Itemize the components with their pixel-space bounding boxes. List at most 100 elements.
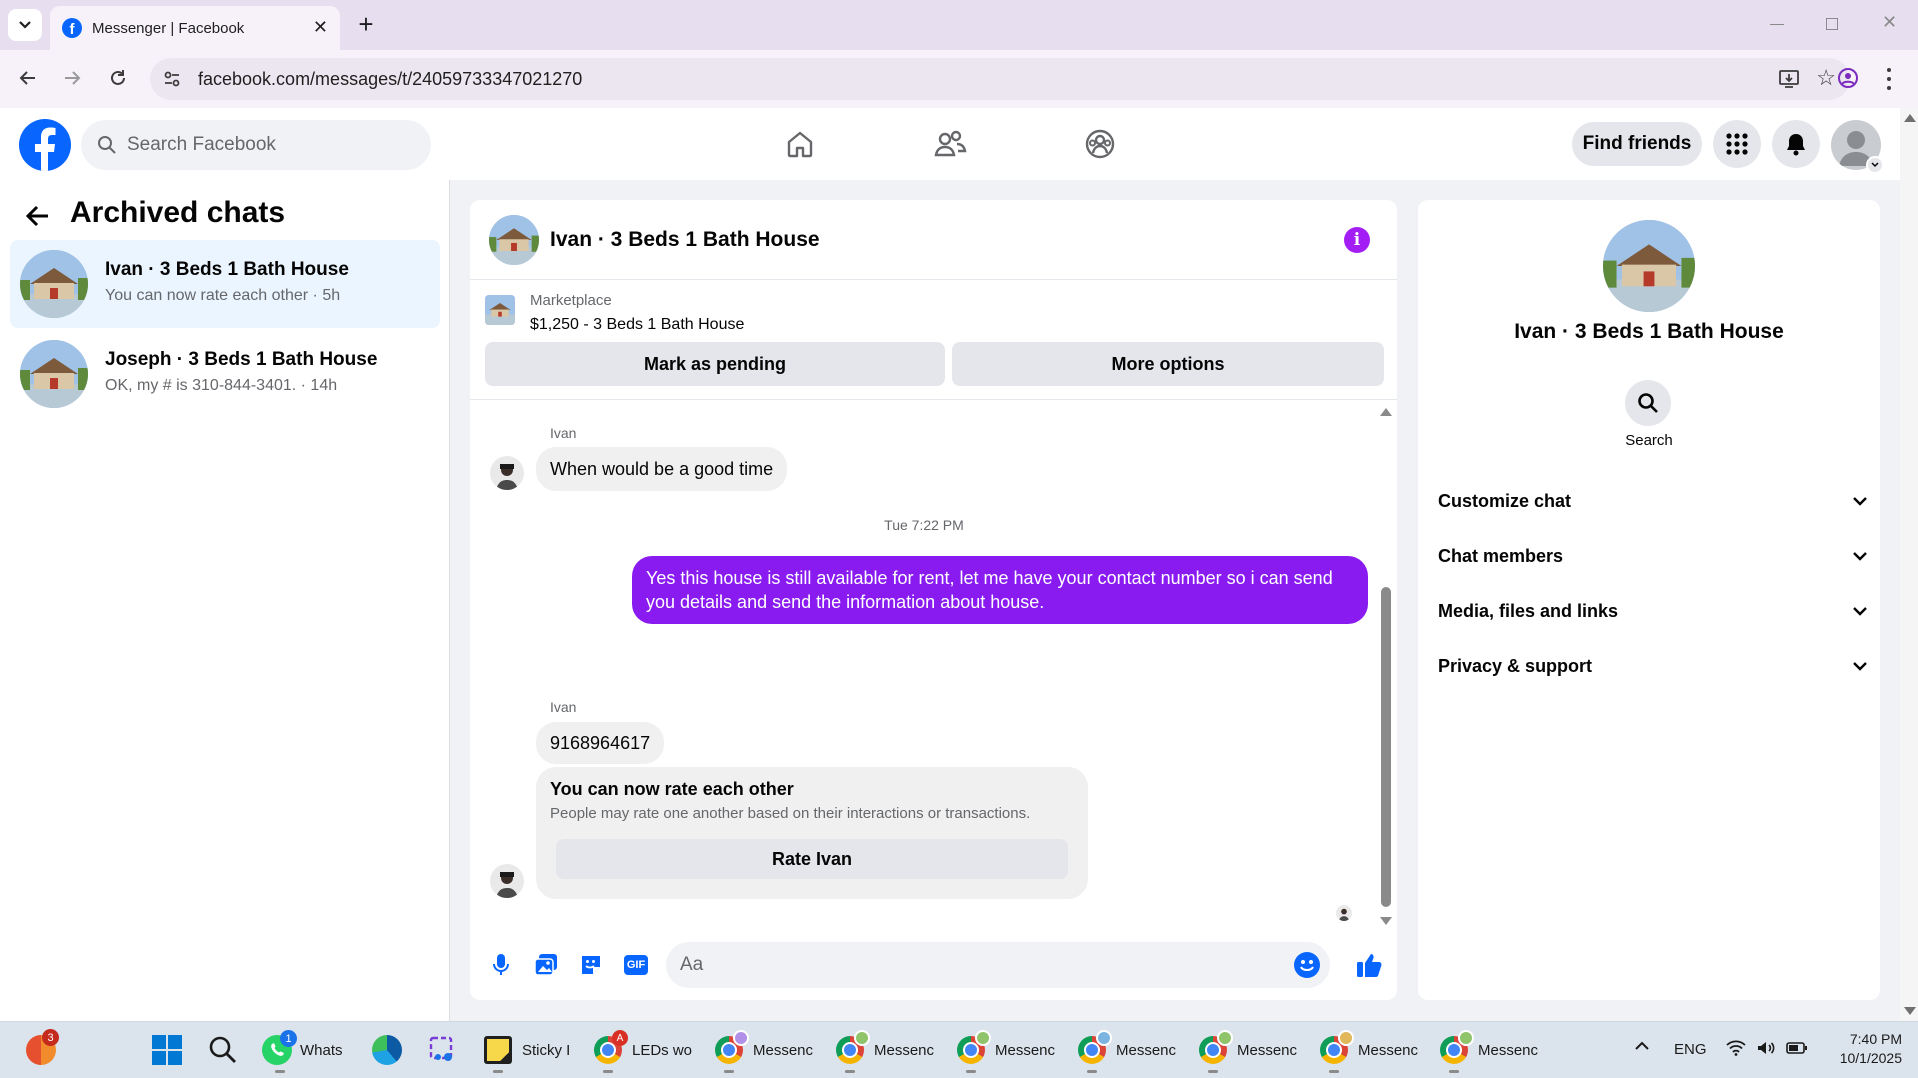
nav-groups[interactable] bbox=[1060, 122, 1140, 166]
search-facebook-box[interactable]: Search Facebook bbox=[81, 120, 431, 170]
network-status[interactable] bbox=[1726, 1040, 1808, 1056]
chat-avatar bbox=[20, 250, 88, 318]
taskbar-chrome-window[interactable]: Messenc bbox=[1440, 1030, 1538, 1068]
conversation-avatar[interactable] bbox=[489, 215, 539, 265]
taskbar-edge[interactable] bbox=[372, 1032, 402, 1068]
tab-search-button[interactable] bbox=[8, 9, 42, 41]
sender-avatar[interactable] bbox=[490, 864, 524, 898]
home-icon bbox=[787, 131, 813, 158]
profile-badge-icon bbox=[854, 1030, 870, 1046]
more-options-button[interactable]: More options bbox=[952, 342, 1384, 386]
emoji-icon[interactable] bbox=[1294, 952, 1320, 978]
browser-tab-bar: f Messenger | Facebook ✕ + ✕ bbox=[0, 0, 1918, 50]
sticker-button[interactable] bbox=[574, 948, 608, 982]
browser-toolbar: facebook.com/messages/t/2405973334702127… bbox=[0, 50, 1918, 108]
back-arrow-button[interactable] bbox=[24, 202, 56, 234]
close-window-button[interactable]: ✕ bbox=[1882, 12, 1897, 33]
info-avatar[interactable] bbox=[1603, 220, 1695, 312]
sender-name: Ivan bbox=[550, 699, 577, 715]
search-icon bbox=[1638, 393, 1658, 413]
gif-button[interactable]: GIF bbox=[619, 948, 653, 982]
browser-tab[interactable]: f Messenger | Facebook ✕ bbox=[50, 6, 340, 50]
show-hidden-icons-button[interactable] bbox=[1634, 1040, 1650, 1052]
reload-button[interactable] bbox=[102, 62, 134, 94]
running-indicator bbox=[493, 1070, 503, 1073]
taskbar-mail-app[interactable]: 3 bbox=[26, 1029, 59, 1068]
account-chevron-icon[interactable] bbox=[1866, 156, 1884, 174]
privacy-support-section[interactable]: Privacy & support bbox=[1438, 646, 1868, 686]
taskbar-snipping-tool[interactable] bbox=[428, 1032, 458, 1068]
media-files-links-section[interactable]: Media, files and links bbox=[1438, 591, 1868, 631]
outgoing-message[interactable]: Yes this house is still available for re… bbox=[632, 556, 1368, 624]
taskbar-chrome-window[interactable]: Messenc bbox=[1078, 1030, 1176, 1068]
back-button[interactable] bbox=[12, 62, 44, 94]
voice-clip-button[interactable] bbox=[484, 948, 518, 982]
person-avatar-icon bbox=[496, 872, 518, 898]
taskbar-chrome-window[interactable]: A LEDs wo bbox=[594, 1030, 692, 1068]
tab-close-icon[interactable]: ✕ bbox=[313, 17, 328, 38]
taskbar-whatsapp[interactable]: 1 Whats bbox=[262, 1030, 343, 1068]
sender-avatar[interactable] bbox=[490, 456, 524, 490]
section-label: Customize chat bbox=[1438, 490, 1572, 511]
conversation-info-icon[interactable]: i bbox=[1344, 227, 1370, 253]
listing-thumbnail[interactable] bbox=[485, 295, 515, 325]
scroll-up-arrow-icon[interactable] bbox=[1904, 114, 1916, 122]
taskbar-chrome-window[interactable]: Messenc bbox=[1199, 1030, 1297, 1068]
mark-as-pending-button[interactable]: Mark as pending bbox=[485, 342, 945, 386]
conversation-title[interactable]: Ivan · 3 Beds 1 Bath House bbox=[550, 228, 820, 252]
taskbar-search-button[interactable] bbox=[208, 1032, 238, 1068]
site-settings-icon[interactable] bbox=[162, 69, 182, 89]
notifications-button[interactable] bbox=[1772, 120, 1820, 168]
rate-ivan-button[interactable]: Rate Ivan bbox=[556, 839, 1068, 879]
taskbar-sticky-notes[interactable]: Sticky I bbox=[484, 1032, 570, 1068]
chat-list-item[interactable]: Ivan · 3 Beds 1 Bath House You can now r… bbox=[10, 240, 440, 328]
menu-button[interactable] bbox=[1713, 120, 1761, 168]
minimize-button[interactable] bbox=[1770, 24, 1784, 25]
scroll-down-arrow-icon[interactable] bbox=[1904, 1007, 1916, 1015]
incoming-message[interactable]: When would be a good time bbox=[536, 447, 788, 491]
clock[interactable]: 7:40 PM 10/1/2025 bbox=[1822, 1030, 1902, 1068]
listing-title[interactable]: $1,250 - 3 Beds 1 Bath House bbox=[530, 316, 744, 334]
taskbar-chrome-window[interactable]: Messenc bbox=[715, 1030, 813, 1068]
info-search-button[interactable] bbox=[1625, 380, 1671, 426]
like-button[interactable] bbox=[1350, 946, 1388, 984]
nav-friends[interactable] bbox=[910, 122, 990, 166]
friends-icon bbox=[934, 130, 967, 157]
customize-chat-section[interactable]: Customize chat bbox=[1438, 481, 1868, 521]
new-tab-button[interactable]: + bbox=[352, 10, 380, 38]
battery-icon bbox=[1786, 1042, 1807, 1054]
address-bar[interactable]: facebook.com/messages/t/2405973334702127… bbox=[150, 58, 1850, 100]
forward-button[interactable] bbox=[56, 62, 88, 94]
scroll-down-arrow-icon[interactable] bbox=[1380, 917, 1392, 925]
nav-home[interactable] bbox=[760, 122, 840, 166]
running-indicator bbox=[603, 1070, 613, 1073]
scroll-thumb[interactable] bbox=[1381, 587, 1391, 907]
messages-scrollbar[interactable] bbox=[1378, 405, 1394, 925]
marketplace-label: Marketplace bbox=[530, 292, 612, 309]
incoming-message[interactable]: 9168964617 bbox=[536, 722, 665, 764]
browser-menu-button[interactable] bbox=[1886, 68, 1892, 90]
message-input[interactable]: Aa bbox=[666, 942, 1330, 988]
page-scrollbar[interactable] bbox=[1900, 108, 1918, 1021]
running-indicator bbox=[1087, 1070, 1097, 1073]
chat-preview: OK, my # is 310-844-3401. · 14h bbox=[105, 377, 338, 394]
language-indicator[interactable]: ENG bbox=[1674, 1041, 1707, 1058]
archived-chats-panel: Archived chats Ivan · 3 Beds 1 Bath Hous… bbox=[0, 180, 450, 1021]
facebook-logo[interactable] bbox=[19, 119, 71, 171]
attach-photo-button[interactable] bbox=[529, 948, 563, 982]
taskbar-chrome-window[interactable]: Messenc bbox=[957, 1030, 1055, 1068]
start-button[interactable] bbox=[152, 1032, 182, 1068]
taskbar-chrome-window[interactable]: Messenc bbox=[836, 1030, 934, 1068]
taskbar-chrome-window[interactable]: Messenc bbox=[1320, 1030, 1418, 1068]
restore-button[interactable] bbox=[1826, 18, 1838, 30]
chat-list-item[interactable]: Joseph · 3 Beds 1 Bath House OK, my # is… bbox=[10, 330, 440, 418]
profile-button[interactable] bbox=[1832, 62, 1864, 94]
section-label: Privacy & support bbox=[1438, 655, 1593, 676]
install-app-icon[interactable] bbox=[1778, 68, 1800, 90]
profile-badge-icon bbox=[1096, 1030, 1112, 1046]
running-indicator bbox=[966, 1070, 976, 1073]
scroll-up-arrow-icon[interactable] bbox=[1380, 408, 1392, 416]
chat-members-section[interactable]: Chat members bbox=[1438, 536, 1868, 576]
profile-badge: A bbox=[612, 1030, 628, 1046]
find-friends-button[interactable]: Find friends bbox=[1572, 122, 1702, 166]
